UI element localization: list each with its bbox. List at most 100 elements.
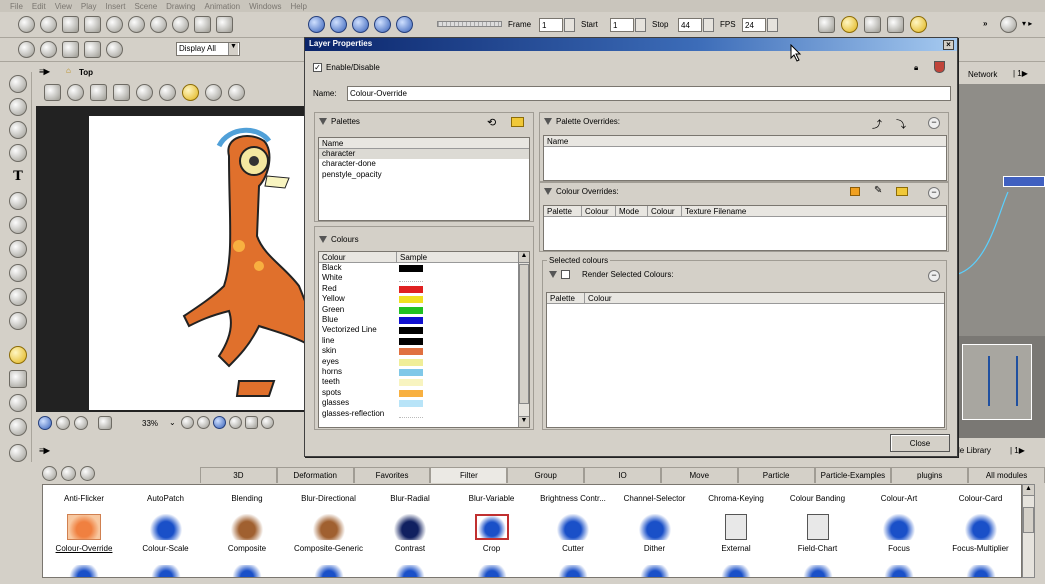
frame-icon[interactable] [98, 416, 112, 430]
grid-view-icon[interactable] [44, 84, 61, 101]
module-item[interactable]: Field-Chart [777, 544, 859, 553]
sound-icon[interactable] [374, 16, 391, 33]
zoom-tool-icon[interactable] [9, 418, 27, 436]
reset-rotation-icon[interactable] [213, 416, 226, 429]
tab-io[interactable]: IO [584, 467, 661, 483]
export-icon[interactable]: ⤵ [896, 116, 906, 131]
reset-view-icon[interactable] [38, 416, 52, 430]
fps-spinner[interactable] [767, 18, 778, 32]
module-item[interactable]: Blur-Radial [369, 494, 451, 503]
table-row[interactable]: glasses [319, 398, 529, 408]
list-item[interactable]: penstyle_opacity [319, 170, 529, 180]
layout-icon[interactable] [194, 16, 211, 33]
grid-icon[interactable] [850, 187, 860, 196]
help-icon[interactable] [1000, 16, 1017, 33]
stop-field[interactable] [678, 18, 702, 32]
module-icon[interactable] [725, 514, 747, 540]
module-icon[interactable] [67, 514, 101, 540]
light-table-icon[interactable] [172, 16, 189, 33]
mask-icon[interactable] [245, 416, 258, 429]
menu-windows[interactable]: Windows [249, 2, 281, 11]
module-item[interactable]: Contrast [369, 544, 451, 553]
module-item[interactable]: Composite [206, 544, 288, 553]
dropper-tool-icon[interactable] [9, 264, 27, 282]
frame-slider[interactable] [437, 21, 502, 27]
camera-view-icon[interactable] [106, 41, 123, 58]
layer-name-field[interactable] [347, 86, 951, 101]
module-scrollbar[interactable]: ▲ [1022, 484, 1035, 578]
module-item[interactable]: Channel-Selector [614, 494, 696, 503]
frame-spinner[interactable] [564, 18, 575, 32]
line-tool-icon[interactable] [9, 240, 27, 258]
tab-deformation[interactable]: Deformation [276, 467, 354, 483]
table-row[interactable]: skin [319, 346, 529, 356]
menu-edit[interactable]: Edit [32, 2, 46, 11]
module-item[interactable]: External [695, 544, 777, 553]
module-item[interactable]: Anti-Flicker [43, 494, 125, 503]
function-icon[interactable] [228, 84, 245, 101]
breadcrumb-top[interactable]: Top [79, 68, 93, 77]
home-icon[interactable]: ⌂ [66, 66, 71, 75]
scroll-thumb[interactable] [519, 264, 529, 404]
refresh-icon[interactable] [42, 466, 57, 481]
table-row[interactable]: White [319, 273, 529, 283]
enable-checkbox[interactable]: ✓ [313, 63, 322, 72]
module-library-tab[interactable]: le Library [958, 446, 991, 455]
remove-icon[interactable]: − [928, 270, 940, 282]
module-item[interactable]: Blur-Directional [288, 494, 370, 503]
module-icon[interactable] [393, 565, 427, 577]
remove-icon[interactable] [80, 466, 95, 481]
module-icon[interactable] [230, 514, 264, 540]
panel-menu-icon[interactable]: ≡▶ [39, 67, 50, 76]
crop-tool-icon[interactable] [9, 370, 27, 388]
add-icon[interactable] [61, 466, 76, 481]
panel-menu-icon[interactable]: | 1▶ [1013, 69, 1028, 78]
drawing-canvas[interactable] [89, 116, 311, 410]
module-icon[interactable] [637, 565, 672, 577]
network-tab[interactable]: Network [968, 70, 997, 79]
module-item[interactable]: Composite-Generic [288, 544, 370, 553]
module-item[interactable]: Colour-Override [43, 544, 125, 553]
collapse-triangle-icon[interactable] [549, 271, 557, 278]
folder-icon[interactable] [896, 187, 908, 196]
module-icon[interactable] [230, 565, 264, 577]
scale-icon[interactable] [62, 41, 79, 58]
sound-scrub-icon[interactable] [396, 16, 413, 33]
select-arrow-icon[interactable] [9, 75, 27, 93]
scroll-down-icon[interactable]: ▼ [519, 416, 529, 427]
dialog-titlebar[interactable]: Layer Properties × [305, 38, 957, 51]
panel-menu-icon[interactable]: ≡▶ [39, 446, 50, 455]
remove-icon[interactable]: − [928, 187, 940, 199]
collapse-triangle-icon[interactable] [319, 118, 327, 125]
fps-field[interactable] [742, 18, 766, 32]
camera-icon[interactable] [84, 16, 101, 33]
palettes-list[interactable]: Name character character-done penstyle_opa… [318, 137, 530, 221]
disable-icon[interactable] [205, 84, 222, 101]
brush-tool-icon[interactable] [9, 121, 27, 139]
panel-menu-icon[interactable]: | 1▶ [1010, 446, 1025, 455]
module-icon[interactable] [67, 565, 101, 577]
layer-icon[interactable] [113, 84, 130, 101]
rotate-icon[interactable] [40, 41, 57, 58]
record-icon[interactable] [229, 416, 242, 429]
print-icon[interactable] [887, 16, 904, 33]
zoom-dropdown-icon[interactable]: ⌄ [169, 418, 176, 427]
redo-icon[interactable] [40, 16, 57, 33]
display-select[interactable]: Display All ▼ [176, 42, 240, 56]
module-icon[interactable] [311, 565, 346, 577]
loop-icon[interactable] [352, 16, 369, 33]
pot-icon[interactable] [934, 61, 945, 73]
toolbar-overflow-icon[interactable]: » [983, 19, 987, 28]
menu-scene[interactable]: Scene [134, 2, 157, 11]
tab-favorites[interactable]: Favorites [353, 467, 431, 483]
save-icon[interactable] [864, 16, 881, 33]
scroll-up-icon[interactable]: ▲ [519, 252, 529, 263]
lock-icon[interactable] [136, 84, 153, 101]
pivot-tool-icon[interactable] [9, 394, 27, 412]
move-icon[interactable] [18, 41, 35, 58]
pin-icon[interactable] [216, 16, 233, 33]
module-icon[interactable] [311, 514, 346, 540]
colours-scrollbar[interactable]: ▲ ▼ [518, 252, 529, 427]
module-item[interactable]: Cutter [532, 544, 614, 553]
collapse-triangle-icon[interactable] [544, 118, 552, 125]
